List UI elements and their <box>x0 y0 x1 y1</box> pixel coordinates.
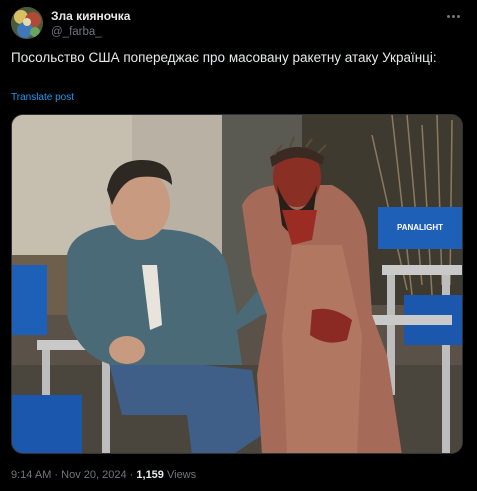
tweet: Зла кияночка @_farba_ Посольство США поп… <box>0 0 477 491</box>
avatar[interactable] <box>11 7 43 39</box>
photo-scene: PANALIGHT <box>12 115 462 453</box>
post-photo[interactable]: PANALIGHT <box>11 114 463 454</box>
meta-separator: · <box>54 469 59 481</box>
tweet-header: Зла кияночка @_farba_ <box>11 7 466 41</box>
post-date[interactable]: Nov 20, 2024 <box>61 469 126 481</box>
views-label: Views <box>166 469 197 481</box>
chair-label: PANALIGHT <box>397 223 443 232</box>
avatar-image <box>11 7 43 39</box>
author-handle[interactable]: @_farba_ <box>51 25 130 40</box>
tweet-meta: 9:14 AM · Nov 20, 2024 · 1,159 Views <box>11 468 196 482</box>
post-text: Посольство США попереджає про масовану р… <box>11 50 437 65</box>
meta-separator-2: · <box>129 469 134 481</box>
views-count: 1,159 <box>136 469 164 481</box>
author-names: Зла кияночка @_farba_ <box>51 9 130 40</box>
author-display-name[interactable]: Зла кияночка <box>51 9 130 23</box>
more-dots-icon[interactable] <box>442 9 464 23</box>
post-time[interactable]: 9:14 AM <box>11 469 51 481</box>
translate-post-link[interactable]: Translate post <box>11 91 74 104</box>
